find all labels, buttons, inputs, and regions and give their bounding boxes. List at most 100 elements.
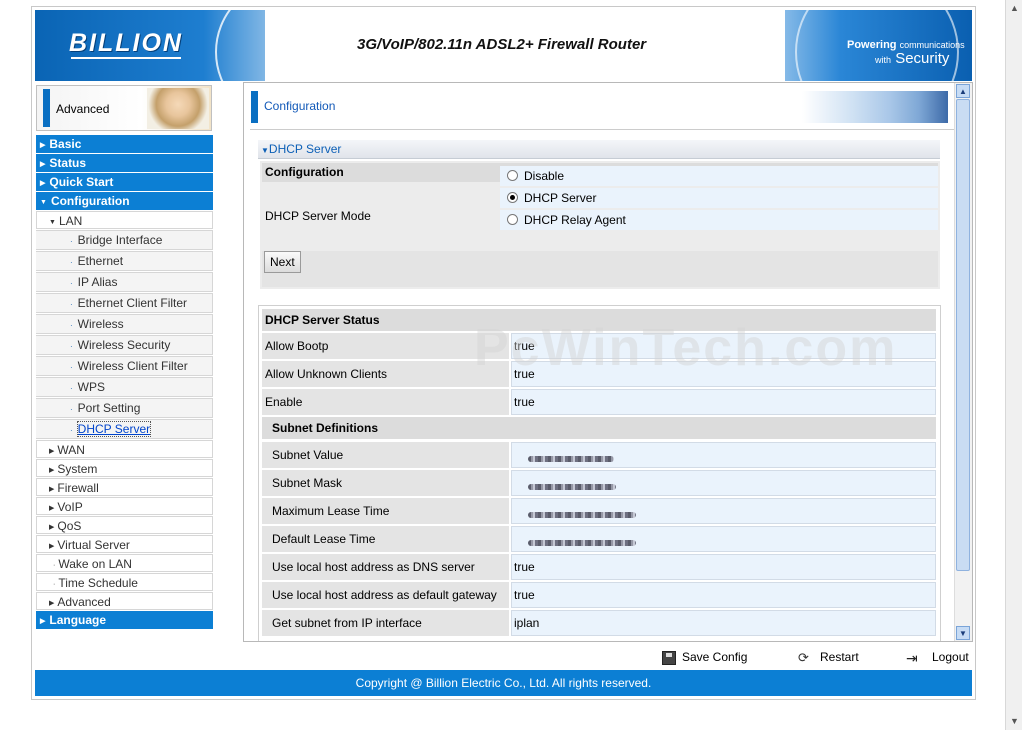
status-value: iplan	[514, 616, 540, 630]
brand-underline	[71, 57, 181, 59]
brand-logo: BILLION	[69, 29, 183, 57]
mode-label: Advanced	[56, 102, 110, 116]
radio-button[interactable]	[507, 214, 518, 225]
status-row-get-subnet-from-ip-interface: Get subnet from IP interface iplan	[262, 610, 936, 636]
header-banner: BILLION 3G/VoIP/802.11n ADSL2+ Firewall …	[35, 10, 972, 81]
status-key: Default Lease Time	[262, 526, 509, 552]
radio-option-dhcp-relay-agent[interactable]: DHCP Relay Agent	[500, 210, 938, 230]
status-value-cell: true	[511, 582, 936, 608]
sidebar-item-wireless-security[interactable]: · Wireless Security	[36, 335, 213, 355]
collapsed-arrow-icon: ▶	[40, 618, 46, 625]
radio-option-disable[interactable]: Disable	[500, 166, 938, 186]
sidebar-nav: ▶ Basic ▶ Status ▶ Quick Start ▼ Configuration ▼…	[36, 135, 213, 630]
sidebar-item-qos[interactable]: ▶ QoS	[36, 516, 213, 534]
woman-photo-icon	[147, 88, 209, 129]
radio-label: DHCP Server	[524, 191, 597, 205]
status-value: true	[514, 395, 535, 409]
sidebar-item-label: Quick Start	[49, 175, 114, 189]
sidebar-item-label: Wake on LAN	[58, 557, 132, 571]
sidebar-item-firewall[interactable]: ▶ Firewall	[36, 478, 213, 496]
sidebar-item-label: System	[57, 462, 98, 476]
content-scroll-thumb[interactable]	[956, 99, 970, 571]
bullet-icon: ·	[70, 258, 73, 267]
sidebar-item-wireless-client-filter[interactable]: · Wireless Client Filter	[36, 356, 213, 376]
status-value-cell	[511, 526, 936, 552]
sidebar-item-ethernet[interactable]: · Ethernet	[36, 251, 213, 271]
logout-button[interactable]: ⇥ Logout	[906, 647, 969, 667]
sidebar-item-wps[interactable]: · WPS	[36, 377, 213, 397]
sidebar-item-label: Bridge Interface	[77, 233, 163, 247]
sidebar-item-label: QoS	[57, 519, 82, 533]
sidebar-item-quick-start[interactable]: ▶ Quick Start	[36, 173, 213, 191]
sidebar-item-label: WPS	[77, 380, 106, 394]
bullet-icon: ·	[70, 237, 73, 246]
sidebar-item-basic[interactable]: ▶ Basic	[36, 135, 213, 153]
sidebar-item-language[interactable]: ▶ Language	[36, 611, 213, 629]
status-value-cell: true	[511, 333, 936, 359]
status-value: true	[514, 339, 535, 353]
status-key: Use local host address as default gatewa…	[262, 582, 509, 608]
sidebar-item-system[interactable]: ▶ System	[36, 459, 213, 477]
bullet-icon: ·	[70, 342, 73, 351]
sidebar-item-lan[interactable]: ▼ LAN	[36, 211, 213, 229]
sidebar-item-ethernet-client-filter[interactable]: · Ethernet Client Filter	[36, 293, 213, 313]
sidebar-item-ip-alias[interactable]: · IP Alias	[36, 272, 213, 292]
sidebar-item-label: Ethernet	[77, 254, 124, 268]
sidebar-item-wan[interactable]: ▶ WAN	[36, 440, 213, 458]
sidebar-item-label: Configuration	[50, 194, 130, 208]
sidebar-item-label: Basic	[49, 137, 82, 151]
scroll-down-arrow-icon[interactable]: ▼	[1007, 714, 1022, 729]
status-row-subnet-value: Subnet Value	[262, 442, 936, 468]
content-scroll-up-icon[interactable]: ▲	[956, 84, 970, 98]
content-scrollbar[interactable]: ▲ ▼	[954, 83, 972, 641]
sidebar-item-wireless[interactable]: · Wireless	[36, 314, 213, 334]
sidebar-item-configuration[interactable]: ▼ Configuration	[36, 192, 213, 210]
sidebar-item-bridge-interface[interactable]: · Bridge Interface	[36, 230, 213, 250]
section-header[interactable]: ▼DHCP Server	[258, 140, 940, 159]
collapsed-arrow-icon: ▶	[49, 524, 55, 531]
next-button[interactable]: Next	[264, 251, 301, 273]
sidebar-item-voip[interactable]: ▶ VoIP	[36, 497, 213, 515]
sidebar-item-advanced[interactable]: ▶ Advanced	[36, 592, 213, 610]
sidebar-item-virtual-server[interactable]: ▶ Virtual Server	[36, 535, 213, 553]
status-key: Maximum Lease Time	[262, 498, 509, 524]
collapsed-arrow-icon: ▶	[40, 142, 46, 149]
status-row-enable: Enable true	[262, 389, 936, 415]
status-value-cell: iplan	[511, 610, 936, 636]
sidebar-item-label: Wireless	[77, 317, 124, 331]
radio-button[interactable]	[507, 192, 518, 203]
status-key: Allow Unknown Clients	[262, 361, 509, 387]
sidebar-item-label: Virtual Server	[57, 538, 130, 552]
sidebar-item-status[interactable]: ▶ Status	[36, 154, 213, 172]
browser-scrollbar[interactable]: ▲ ▼	[1005, 0, 1022, 730]
logout-door-icon: ⇥	[906, 649, 918, 666]
restart-button[interactable]: ⟳ Restart	[798, 647, 859, 667]
status-value-cell: true	[511, 361, 936, 387]
status-key: Subnet Mask	[262, 470, 509, 496]
bullet-icon: ·	[70, 405, 73, 414]
sidebar-item-label: Time Schedule	[58, 576, 138, 590]
radio-option-dhcp-server[interactable]: DHCP Server	[500, 188, 938, 208]
sidebar-item-wake-on-lan[interactable]: · Wake on LAN	[36, 554, 213, 572]
section-title[interactable]: ▼DHCP Server	[261, 142, 341, 156]
sidebar-item-dhcp-server[interactable]: · DHCP Server	[36, 419, 213, 439]
redacted-value	[528, 484, 616, 490]
status-value: true	[514, 560, 535, 574]
status-row-use-local-host-address-as-dns-server: Use local host address as DNS server true	[262, 554, 936, 580]
sidebar-item-port-setting[interactable]: · Port Setting	[36, 398, 213, 418]
sidebar-item-label: Wireless Client Filter	[77, 359, 188, 373]
bullet-icon: ·	[70, 363, 73, 372]
bullet-icon: ·	[70, 279, 73, 288]
status-key: Allow Bootp	[262, 333, 509, 359]
sidebar-item-label: Language	[49, 613, 107, 627]
sidebar-item-time-schedule[interactable]: · Time Schedule	[36, 573, 213, 591]
content-scroll-down-icon[interactable]: ▼	[956, 626, 970, 640]
radio-label: DHCP Relay Agent	[524, 213, 626, 227]
scroll-up-arrow-icon[interactable]: ▲	[1007, 1, 1022, 16]
bullet-icon: ·	[70, 426, 73, 435]
restart-icon: ⟳	[798, 649, 809, 665]
expanded-arrow-icon: ▼	[49, 219, 56, 226]
radio-button[interactable]	[507, 170, 518, 181]
save-config-button[interactable]: Save Config	[662, 647, 747, 667]
status-value: true	[514, 367, 535, 381]
